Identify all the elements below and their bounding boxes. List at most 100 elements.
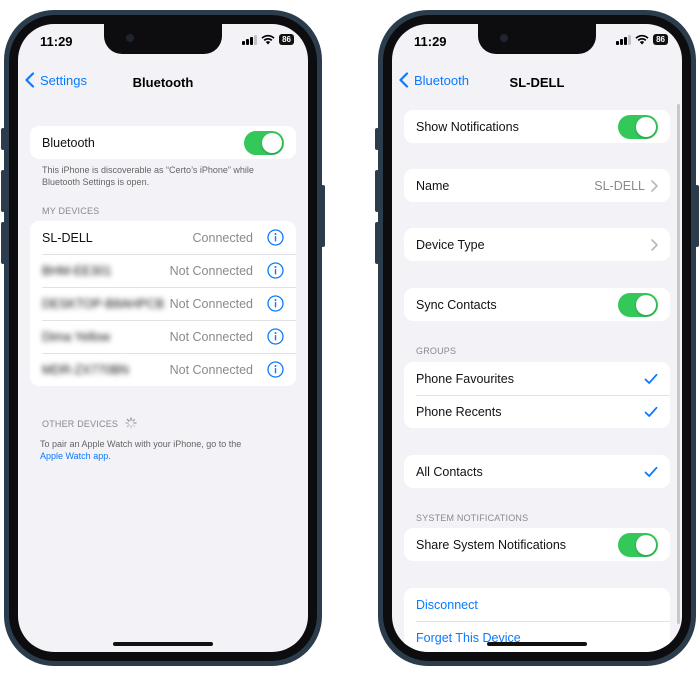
discoverable-note-line-1: This iPhone is discoverable as “Certo’s … [42,165,254,175]
group-row-phone-favourites[interactable]: Phone Favourites [404,362,670,395]
chevron-right-icon [651,238,658,251]
share-system-notifications-toggle[interactable] [618,532,658,557]
device-row[interactable]: BHM-EE301 Not Connected [30,254,296,287]
status-icons: 86 [616,34,668,45]
discoverable-note-line-2: Bluetooth Settings is open. [42,177,150,187]
page-title: SL-DELL [509,75,565,90]
mute-switch [375,128,379,150]
toggle-knob [636,534,656,555]
device-name: SL-DELL [42,230,93,245]
info-icon[interactable] [267,361,284,378]
share-system-notifications-row: Share System Notifications [404,528,670,561]
group-row-phone-recents[interactable]: Phone Recents [404,395,670,428]
system-notifications-header: SYSTEM NOTIFICATIONS [416,513,529,523]
phone-bluetooth-settings: 11:29 86 Settings Bluetooth Bluetooth Th… [1,10,325,666]
other-devices-header: OTHER DEVICES [42,417,137,429]
group-label: Phone Recents [416,404,502,419]
mute-switch [1,128,5,150]
info-icon[interactable] [267,229,284,246]
apple-watch-note-text: To pair an Apple Watch with your iPhone,… [40,439,242,449]
show-notifications-label: Show Notifications [416,119,519,134]
device-name: Dima Yellow [42,329,111,344]
bluetooth-toggle[interactable] [244,130,284,155]
bluetooth-label: Bluetooth [42,135,95,150]
side-button [321,185,325,247]
notch [478,24,596,54]
home-indicator [487,642,587,646]
device-status: Not Connected [169,263,253,278]
name-group: Name SL-DELL [404,169,670,202]
device-type-row[interactable]: Device Type [404,228,670,261]
sync-contacts-row: Sync Contacts [404,288,670,321]
name-value: SL-DELL [594,178,645,193]
front-camera [500,34,508,42]
device-status: Not Connected [169,329,253,344]
device-status: Not Connected [169,296,253,311]
volume-down-button [375,222,379,264]
group-label: Phone Favourites [416,371,514,386]
screen: 11:29 86 Bluetooth SL-DELL Show Notifica… [392,24,682,652]
toggle-knob [636,294,656,315]
info-icon[interactable] [267,328,284,345]
loading-spinner-icon [125,417,137,429]
show-notifications-toggle[interactable] [618,114,658,139]
volume-down-button [1,222,5,264]
name-row[interactable]: Name SL-DELL [404,169,670,202]
my-devices-list: SL-DELL Connected BHM-EE301 Not Connecte… [30,221,296,386]
device-status: Not Connected [169,362,253,377]
status-time: 11:29 [40,34,73,49]
status-time: 11:29 [414,34,447,49]
show-notifications-row: Show Notifications [404,110,670,143]
volume-up-button [375,170,379,212]
checkmark-icon [644,406,658,417]
device-row[interactable]: Dima Yellow Not Connected [30,320,296,353]
forget-device-button[interactable]: Forget This Device [404,621,670,652]
screen: 11:29 86 Settings Bluetooth Bluetooth Th… [18,24,308,652]
info-icon[interactable] [267,262,284,279]
sync-contacts-group: Sync Contacts [404,288,670,321]
all-contacts-group: All Contacts [404,455,670,488]
notch [104,24,222,54]
device-row[interactable]: DESKTOP-B8AHPCB Not Connected [30,287,296,320]
device-name: DESKTOP-B8AHPCB [42,296,165,311]
disconnect-button[interactable]: Disconnect [404,588,670,621]
checkmark-icon [644,373,658,384]
show-notifications-group: Show Notifications [404,110,670,143]
apple-watch-note: To pair an Apple Watch with your iPhone,… [40,438,290,462]
all-contacts-label: All Contacts [416,464,483,479]
cellular-signal-icon [242,34,258,45]
wifi-icon [261,34,275,45]
toggle-knob [636,116,656,137]
scrollbar[interactable] [677,104,680,624]
battery-icon: 86 [653,34,668,45]
name-label: Name [416,178,450,193]
toggle-knob [262,132,282,153]
groups-list: Phone Favourites Phone Recents [404,362,670,428]
sync-contacts-label: Sync Contacts [416,297,497,312]
battery-icon: 86 [279,34,294,45]
status-icons: 86 [242,34,294,45]
other-devices-label: OTHER DEVICES [42,419,119,429]
phone-device-details: 11:29 86 Bluetooth SL-DELL Show Notifica… [375,10,699,666]
checkmark-icon [644,466,658,477]
device-status: Connected [192,230,253,245]
wifi-icon [635,34,649,45]
groups-header: GROUPS [416,346,457,356]
sync-contacts-toggle[interactable] [618,292,658,317]
bluetooth-row: Bluetooth [30,126,296,159]
all-contacts-row[interactable]: All Contacts [404,455,670,488]
share-system-notifications-label: Share System Notifications [416,537,567,552]
nav-bar: Bluetooth SL-DELL [392,70,682,96]
share-system-notifications-group: Share System Notifications [404,528,670,561]
device-name: BHM-EE301 [42,263,112,278]
device-row[interactable]: MDR-ZX770BN Not Connected [30,353,296,386]
bluetooth-toggle-group: Bluetooth [30,126,296,159]
cellular-signal-icon [616,34,632,45]
apple-watch-app-link[interactable]: Apple Watch app. [40,451,111,461]
discoverable-note: This iPhone is discoverable as “Certo’s … [42,164,292,188]
device-row[interactable]: SL-DELL Connected [30,221,296,254]
chevron-right-icon [651,179,658,192]
disconnect-label: Disconnect [416,597,478,612]
info-icon[interactable] [267,295,284,312]
volume-up-button [1,170,5,212]
